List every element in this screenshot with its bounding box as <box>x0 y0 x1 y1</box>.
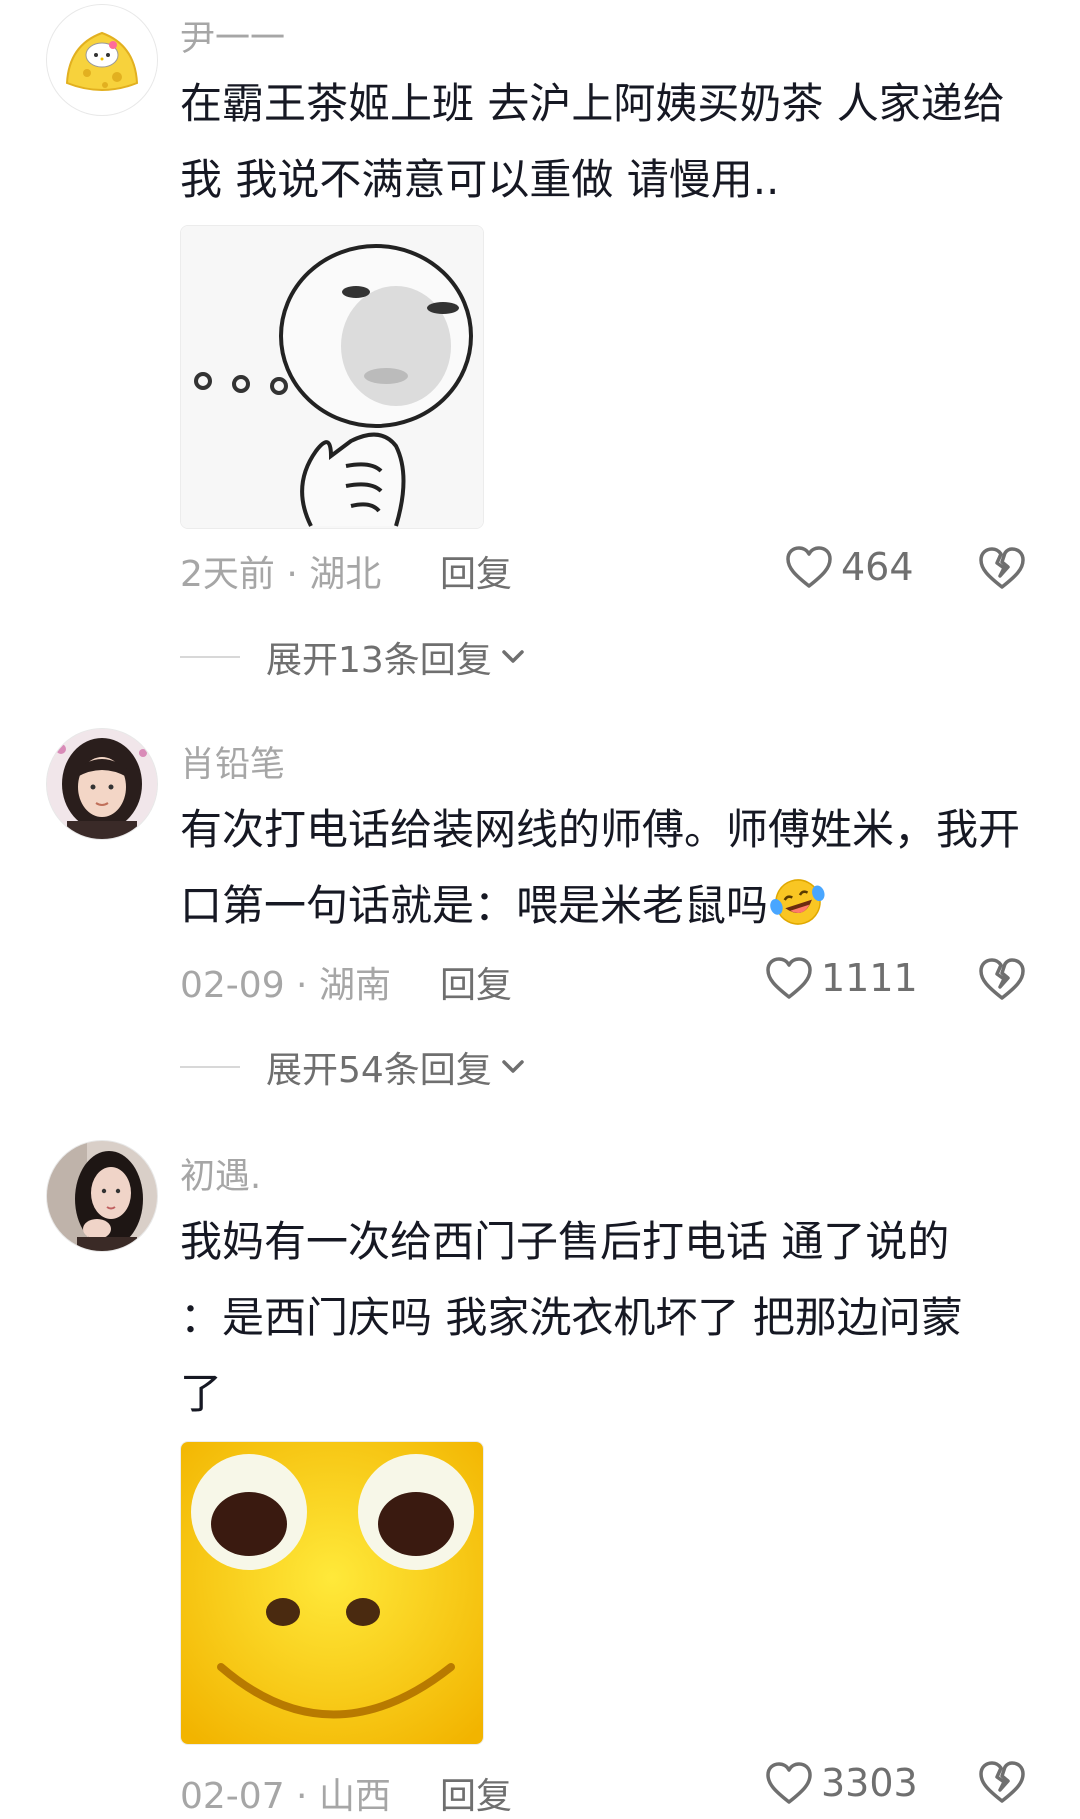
expand-replies-button[interactable]: 展开13条回复 <box>180 632 528 682</box>
divider-line <box>180 1066 240 1068</box>
broken-heart-icon[interactable] <box>978 955 1026 1003</box>
timestamp: 02-09 <box>180 965 285 1006</box>
comment-text: 我妈有一次给西门子售后打电话 通了说的 ：是西门庆吗 我家洗衣机坏了 把那边问蒙… <box>180 1204 1030 1432</box>
comment-text-body: 有次打电话给装网线的师傅。师傅姓米，我开口第一句话就是：喂是米老鼠吗 <box>180 805 1021 930</box>
username[interactable]: 尹一一 <box>180 10 285 61</box>
reply-button[interactable]: 回复 <box>440 956 512 1008</box>
comment-meta: 2天前 · 湖北 <box>180 545 381 597</box>
broken-heart-icon[interactable] <box>978 544 1026 592</box>
like-count: 1111 <box>821 956 918 1000</box>
like-button[interactable]: 3303 <box>765 1756 918 1810</box>
divider-line <box>180 656 240 658</box>
like-button[interactable]: 1111 <box>765 951 918 1005</box>
username[interactable]: 肖铅笔 <box>180 736 285 787</box>
comment-text-line: 我妈有一次给西门子售后打电话 通了说的 <box>180 1217 950 1266</box>
timestamp: 2天前 <box>180 554 275 595</box>
comment-meta: 02-07 · 山西 <box>180 1767 391 1819</box>
location: 湖南 <box>318 965 391 1006</box>
expand-replies-label: 展开13条回复 <box>266 640 492 681</box>
thinking-face-sticker[interactable] <box>180 225 484 529</box>
separator: · <box>274 554 310 595</box>
reply-button[interactable]: 回复 <box>440 545 512 597</box>
username[interactable]: 初遇. <box>180 1148 261 1199</box>
girl-portrait-avatar-icon <box>47 729 157 839</box>
yellow-frog-face-sticker[interactable] <box>180 1441 484 1745</box>
heart-icon <box>766 957 812 999</box>
like-button[interactable]: 464 <box>785 540 914 594</box>
laughing-crying-emoji-icon <box>770 879 825 925</box>
timestamp: 02-07 <box>180 1776 285 1817</box>
avatar[interactable] <box>46 728 158 840</box>
avatar[interactable] <box>46 4 158 116</box>
heart-icon <box>766 1762 812 1804</box>
location: 山西 <box>318 1776 391 1817</box>
comment-text-line: 了 <box>180 1369 223 1418</box>
yellow-frog-face-sticker-icon <box>181 1442 483 1744</box>
expand-replies-button[interactable]: 展开54条回复 <box>180 1042 528 1092</box>
chevron-down-icon <box>502 650 524 663</box>
heart-icon <box>786 546 832 588</box>
like-count: 3303 <box>821 1761 918 1805</box>
thinking-face-sticker-icon <box>181 226 483 528</box>
comment-text: 在霸王茶姬上班 去沪上阿姨买奶茶 人家递给我 我说不满意可以重做 请慢用.. <box>180 79 1005 204</box>
avatar[interactable] <box>46 1140 158 1252</box>
separator: · <box>284 965 319 1006</box>
location: 湖北 <box>309 554 382 595</box>
comment-text-line: ：是西门庆吗 我家洗衣机坏了 把那边问蒙 <box>180 1293 963 1342</box>
hello-kitty-cheese-avatar-icon <box>47 5 157 115</box>
expand-replies-label: 展开54条回复 <box>266 1050 492 1091</box>
comment-meta: 02-09 · 湖南 <box>180 956 391 1008</box>
like-count: 464 <box>841 545 914 589</box>
comment-text: 有次打电话给装网线的师傅。师傅姓米，我开口第一句话就是：喂是米老鼠吗 <box>180 792 1030 944</box>
separator: · <box>284 1776 319 1817</box>
chevron-down-icon <box>502 1060 524 1073</box>
woman-portrait-avatar-icon <box>47 1141 157 1251</box>
reply-button[interactable]: 回复 <box>440 1767 512 1819</box>
broken-heart-icon[interactable] <box>978 1758 1026 1806</box>
